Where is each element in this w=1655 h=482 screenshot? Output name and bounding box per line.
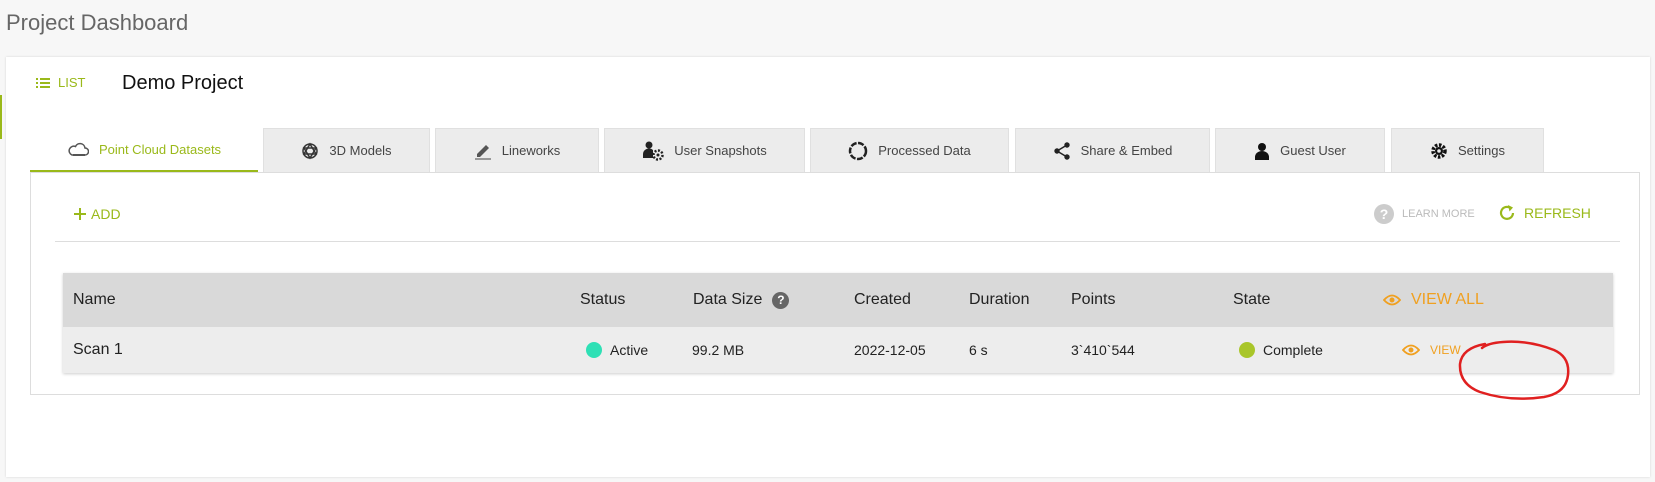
refresh-label: REFRESH [1524, 205, 1591, 221]
tab-share-embed[interactable]: Share & Embed [1015, 128, 1210, 172]
project-name: Demo Project [122, 72, 244, 94]
tab-label: User Snapshots [674, 143, 767, 158]
pencil-icon [474, 144, 491, 160]
column-header-data-size: Data Size ? [693, 273, 790, 327]
cell-data-size: 99.2 MB [692, 342, 745, 358]
eye-icon [1402, 344, 1420, 356]
column-header-state: State [1233, 291, 1271, 308]
cell-state: Complete [1239, 327, 1323, 373]
mesh-icon [302, 142, 319, 159]
status-active-dot [586, 342, 602, 358]
status-label: Active [610, 342, 649, 358]
tab-lineworks[interactable]: Lineworks [435, 128, 599, 172]
tab-point-cloud-datasets[interactable]: Point Cloud Datasets [30, 128, 258, 172]
page-title: Project Dashboard [6, 10, 189, 35]
tab-guest-user[interactable]: Guest User [1215, 128, 1385, 172]
left-accent-bar [0, 95, 2, 139]
cell-duration: 6 s [969, 342, 988, 358]
column-header-duration: Duration [969, 291, 1030, 308]
user-icon [1255, 142, 1270, 160]
list-button[interactable]: LIST [36, 75, 85, 90]
learn-more-button[interactable]: ? LEARN MORE [1374, 204, 1475, 224]
plus-icon [74, 208, 86, 220]
column-header-points: Points [1071, 291, 1116, 308]
tab-user-snapshots[interactable]: User Snapshots [604, 128, 805, 172]
list-icon [36, 77, 50, 88]
cloud-icon [68, 142, 89, 156]
tab-settings[interactable]: Settings [1391, 128, 1544, 172]
view-all-label: VIEW ALL [1411, 291, 1484, 308]
table-row[interactable]: Scan 1 Active 99.2 MB 2022-12-05 6 s 3`4… [63, 327, 1613, 373]
add-label: ADD [91, 206, 121, 222]
column-header-name: Name [73, 291, 116, 308]
state-label: Complete [1263, 342, 1323, 358]
tab-bar: Point Cloud Datasets 3D Models Lineworks… [30, 128, 1640, 172]
data-size-label: Data Size [693, 291, 763, 308]
table-header: Name Status Data Size ? Created Duration… [63, 273, 1613, 327]
tab-label: Share & Embed [1080, 143, 1173, 158]
tab-label: Processed Data [878, 143, 971, 158]
cell-created: 2022-12-05 [854, 342, 926, 358]
cell-points: 3`410`544 [1071, 342, 1135, 358]
eye-icon [1383, 294, 1401, 306]
project-card: LIST Demo Project Point Cloud Datasets 3… [6, 57, 1650, 477]
tab-label: Point Cloud Datasets [98, 141, 222, 157]
column-header-created: Created [854, 291, 911, 308]
tab-label: Settings [1458, 143, 1505, 158]
state-complete-dot [1239, 342, 1255, 358]
datasets-panel: ADD ? LEARN MORE REFRESH Name Status Dat… [30, 172, 1640, 395]
tab-3d-models[interactable]: 3D Models [263, 128, 430, 172]
tab-label: Guest User [1280, 143, 1346, 158]
view-label: VIEW [1430, 343, 1461, 357]
learn-more-label: LEARN MORE [1402, 208, 1475, 220]
view-all-button[interactable]: VIEW ALL [1383, 273, 1484, 327]
add-button[interactable]: ADD [73, 206, 121, 222]
circle-ring-icon [849, 141, 868, 160]
user-gear-icon [643, 141, 664, 161]
datasets-table: Name Status Data Size ? Created Duration… [63, 273, 1613, 373]
tab-label: 3D Models [329, 143, 392, 158]
refresh-button[interactable]: REFRESH [1498, 204, 1591, 222]
cell-status: Active [586, 327, 648, 373]
question-icon: ? [1374, 204, 1394, 224]
list-label: LIST [58, 75, 86, 90]
share-icon [1053, 141, 1070, 160]
refresh-icon [1499, 205, 1515, 220]
cell-name: Scan 1 [73, 341, 123, 358]
tab-processed-data[interactable]: Processed Data [810, 128, 1009, 172]
view-button[interactable]: VIEW [1402, 327, 1461, 373]
column-header-status: Status [580, 291, 626, 308]
help-icon[interactable]: ? [772, 291, 790, 309]
gear-icon [1431, 142, 1447, 159]
tab-label: Lineworks [501, 143, 561, 158]
toolbar-divider [55, 241, 1620, 242]
